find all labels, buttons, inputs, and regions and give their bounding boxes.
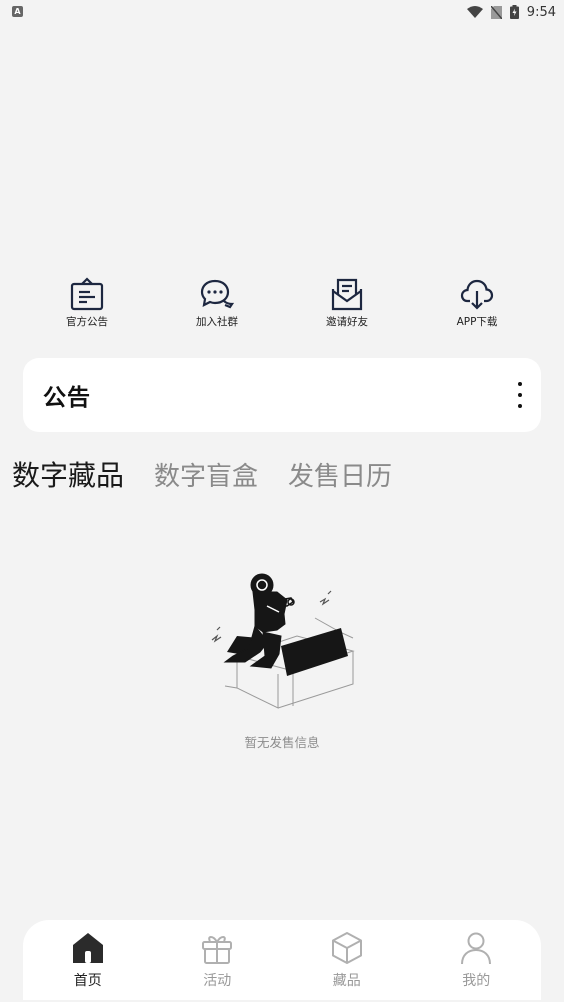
gift-icon: [202, 936, 233, 964]
notice-title: 公告: [43, 385, 91, 411]
quick-link-app-download[interactable]: APP下载: [412, 276, 542, 336]
notice-bar[interactable]: 公告: [23, 358, 541, 432]
nav-item-profile[interactable]: 我的: [412, 920, 542, 1000]
nav-item-collection[interactable]: 藏品: [282, 920, 412, 1000]
quick-link-announcement[interactable]: 官方公告: [22, 276, 152, 336]
cloud-download-icon: [460, 279, 494, 310]
quick-link-community[interactable]: 加入社群: [152, 276, 282, 336]
wifi-icon: [466, 6, 483, 18]
tab-release-calendar[interactable]: 发售日历: [288, 456, 392, 493]
no-sim-icon: [490, 5, 502, 19]
more-vertical-icon[interactable]: [515, 382, 525, 408]
nav-label: 我的: [462, 973, 491, 989]
nav-item-activity[interactable]: 活动: [153, 920, 283, 1000]
invite-mail-icon: [331, 278, 363, 311]
tab-digital-blind-box[interactable]: 数字盲盒: [154, 456, 258, 493]
chat-icon: [200, 279, 234, 309]
home-icon: [72, 933, 103, 963]
tab-digital-collectibles[interactable]: 数字藏品: [12, 454, 124, 494]
empty-box-illustration: [211, 573, 355, 709]
battery-icon: [509, 5, 519, 19]
quick-links: 官方公告 加入社群 邀请好友 APP下载: [22, 276, 542, 336]
category-tabs: 数字藏品 数字盲盒 发售日历: [12, 454, 392, 494]
quick-link-label: 加入社群: [196, 316, 238, 328]
status-bar: A 9:54: [0, 0, 564, 24]
status-icons: 9:54: [466, 3, 556, 21]
quick-link-label: 邀请好友: [326, 316, 368, 328]
nav-label: 藏品: [332, 973, 361, 989]
nav-item-home[interactable]: 首页: [23, 920, 153, 1000]
nav-label: 首页: [73, 973, 102, 989]
nav-label: 活动: [203, 973, 232, 989]
cube-icon: [331, 932, 362, 964]
quick-link-invite[interactable]: 邀请好友: [282, 276, 412, 336]
quick-link-label: 官方公告: [66, 316, 108, 328]
user-icon: [461, 932, 492, 965]
notification-app-icon: A: [12, 6, 23, 17]
status-time: 9:54: [526, 4, 556, 20]
quick-link-label: APP下载: [456, 316, 498, 328]
bottom-nav: 首页 活动 藏品 我的: [23, 920, 541, 1000]
empty-state-text: 暂无发售信息: [244, 735, 320, 750]
announcement-icon: [70, 277, 104, 311]
